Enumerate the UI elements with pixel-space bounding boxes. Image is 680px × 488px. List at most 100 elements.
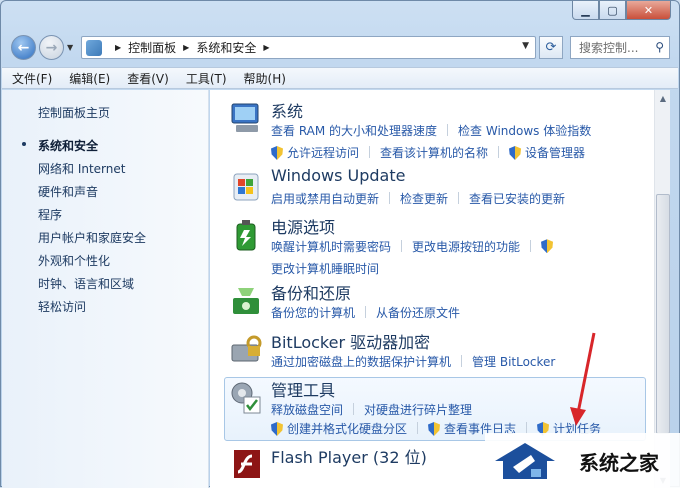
- admin-tools-icon[interactable]: [228, 379, 264, 415]
- task-link[interactable]: 查看 RAM 的大小和处理器速度: [271, 122, 437, 139]
- address-dropdown-icon[interactable]: ▼: [522, 41, 529, 51]
- refresh-button[interactable]: ⟳: [539, 36, 563, 59]
- vertical-scrollbar[interactable]: ▲ ▼: [654, 90, 670, 488]
- uac-shield-icon: [428, 422, 441, 436]
- section-title[interactable]: 电源选项: [271, 214, 335, 238]
- content-pane: 系统 查看 RAM 的大小和处理器速度 检查 Windows 体验指数 允许远程访问查…: [210, 90, 654, 488]
- task-link[interactable]: 备份您的计算机: [271, 304, 355, 321]
- sidebar-item-system-security: 系统和安全: [38, 139, 99, 153]
- task-row: 查看 RAM 的大小和处理器速度 检查 Windows 体验指数: [271, 122, 591, 138]
- maximize-button[interactable]: ▢: [599, 1, 626, 20]
- link-divider: [530, 240, 532, 252]
- sidebar-item-programs[interactable]: 程序: [38, 206, 62, 223]
- section-title[interactable]: 系统: [271, 98, 303, 122]
- current-item-bullet-icon: [22, 142, 26, 146]
- uac-shield-icon: [271, 422, 283, 436]
- search-box[interactable]: 搜索控制... ⚲: [570, 36, 670, 59]
- link-divider: [389, 192, 391, 204]
- backup-icon[interactable]: [228, 282, 264, 318]
- link-divider: [353, 403, 355, 415]
- task-link[interactable]: 释放磁盘空间: [271, 401, 343, 418]
- flash-icon[interactable]: [228, 446, 264, 482]
- sidebar-item-user-accounts[interactable]: 用户帐户和家庭安全: [38, 229, 146, 246]
- task-link-label: 查看已安装的更新: [469, 191, 566, 206]
- task-link[interactable]: 查看已安装的更新: [469, 190, 565, 207]
- task-link[interactable]: 设备管理器: [509, 144, 585, 161]
- section-title[interactable]: 管理工具: [271, 377, 335, 401]
- task-link-label: 通过加密磁盘上的数据保护计算机: [271, 354, 452, 369]
- task-row: 更改计算机睡眠时间: [271, 260, 379, 276]
- bitlocker-icon[interactable]: [228, 331, 264, 367]
- breadcrumb-separator-icon[interactable]: ▶: [115, 43, 121, 52]
- search-icon[interactable]: ⚲: [655, 40, 664, 54]
- windows-update-icon[interactable]: [228, 168, 264, 204]
- sidebar-item-appearance[interactable]: 外观和个性化: [38, 252, 110, 269]
- menu-tools[interactable]: 工具(T): [186, 70, 227, 87]
- forward-button[interactable]: →: [39, 35, 64, 60]
- red-arrow-annotation-icon: [570, 332, 596, 426]
- sidebar-item-clock-region[interactable]: 时钟、语言和区域: [38, 275, 134, 292]
- close-button[interactable]: ✕: [626, 1, 671, 20]
- uac-shield-icon: [271, 146, 283, 160]
- task-link[interactable]: 启用或禁用自动更新: [271, 190, 379, 207]
- uac-shield-icon: [509, 146, 522, 160]
- search-placeholder: 搜索控制...: [579, 41, 639, 55]
- section-title[interactable]: 备份和还原: [271, 280, 351, 304]
- task-link[interactable]: 唤醒计算机时需要密码: [271, 238, 391, 255]
- link-divider: [498, 146, 500, 158]
- scroll-thumb[interactable]: [656, 194, 670, 434]
- breadcrumb-separator-icon[interactable]: ▶: [263, 43, 269, 52]
- task-link[interactable]: 对硬盘进行碎片整理: [364, 401, 472, 418]
- task-link[interactable]: 允许远程访问: [271, 144, 359, 161]
- scroll-up-icon[interactable]: ▲: [655, 90, 671, 106]
- menu-help[interactable]: 帮助(H): [244, 70, 286, 87]
- task-link-label: 管理 BitLocker: [472, 354, 556, 369]
- task-link-label: 允许远程访问: [287, 145, 360, 160]
- minimize-button[interactable]: ▁: [572, 1, 599, 20]
- link-divider: [369, 146, 371, 158]
- task-link[interactable]: 检查更新: [400, 190, 448, 207]
- watermark-text: 系统之家: [579, 451, 659, 475]
- task-link[interactable]: 更改电源按钮的功能: [412, 238, 520, 255]
- left-navigation-pane: 控制面板主页 系统和安全 网络和 Internet 硬件和声音 程序 用户帐户和…: [2, 90, 209, 488]
- task-link[interactable]: 更改计算机睡眠时间: [271, 260, 379, 277]
- task-link[interactable]: [541, 239, 557, 254]
- breadcrumb-separator-icon[interactable]: ▶: [183, 43, 189, 52]
- battery-icon[interactable]: [228, 216, 264, 252]
- task-link[interactable]: 查看该计算机的名称: [380, 144, 488, 161]
- section-title[interactable]: BitLocker 驱动器加密: [271, 329, 430, 353]
- task-link-label: 更改计算机睡眠时间: [271, 261, 380, 276]
- task-link-label: 检查 Windows 体验指数: [458, 123, 592, 138]
- task-row: 释放磁盘空间 对硬盘进行碎片整理: [271, 401, 472, 417]
- task-link[interactable]: 检查 Windows 体验指数: [458, 122, 591, 139]
- task-link[interactable]: 通过加密磁盘上的数据保护计算机: [271, 353, 451, 370]
- control-panel-icon: [86, 39, 102, 56]
- sidebar-item-home[interactable]: 控制面板主页: [38, 104, 110, 121]
- menu-file[interactable]: 文件(F): [12, 70, 52, 87]
- breadcrumb-control-panel[interactable]: 控制面板: [128, 39, 176, 56]
- task-row: 启用或禁用自动更新 检查更新 查看已安装的更新: [271, 190, 565, 206]
- address-bar[interactable]: ▶ 控制面板 ▶ 系统和安全 ▶ ▼: [81, 36, 536, 59]
- sidebar-item-hardware[interactable]: 硬件和声音: [38, 183, 98, 200]
- task-link-label: 唤醒计算机时需要密码: [271, 239, 392, 254]
- task-row: 备份您的计算机 从备份还原文件: [271, 304, 460, 320]
- sidebar-item-ease-of-access[interactable]: 轻松访问: [38, 298, 86, 315]
- task-link-label: 备份您的计算机: [271, 305, 356, 320]
- task-row: 通过加密磁盘上的数据保护计算机 管理 BitLocker: [271, 353, 555, 369]
- house-logo-icon: [495, 443, 555, 479]
- section-title[interactable]: Flash Player (32 位): [271, 444, 427, 468]
- task-link[interactable]: 从备份还原文件: [376, 304, 460, 321]
- menu-view[interactable]: 查看(V): [127, 70, 169, 87]
- task-link[interactable]: 管理 BitLocker: [472, 353, 555, 370]
- section-title[interactable]: Windows Update: [271, 166, 405, 185]
- navigation-bar: ← → ▼ ▶ 控制面板 ▶ 系统和安全 ▶ ▼ ⟳ 搜索控制... ⚲: [1, 31, 680, 63]
- breadcrumb-system-security[interactable]: 系统和安全: [196, 39, 256, 56]
- task-link-label: 设备管理器: [525, 145, 586, 160]
- computer-icon[interactable]: [228, 100, 264, 136]
- back-button[interactable]: ←: [11, 35, 36, 60]
- recent-pages-dropdown-icon[interactable]: ▼: [67, 43, 73, 52]
- caption-buttons: ▁ ▢ ✕: [572, 1, 671, 21]
- sidebar-item-network[interactable]: 网络和 Internet: [38, 160, 125, 177]
- task-link[interactable]: 创建并格式化硬盘分区: [271, 420, 407, 437]
- menu-edit[interactable]: 编辑(E): [69, 70, 110, 87]
